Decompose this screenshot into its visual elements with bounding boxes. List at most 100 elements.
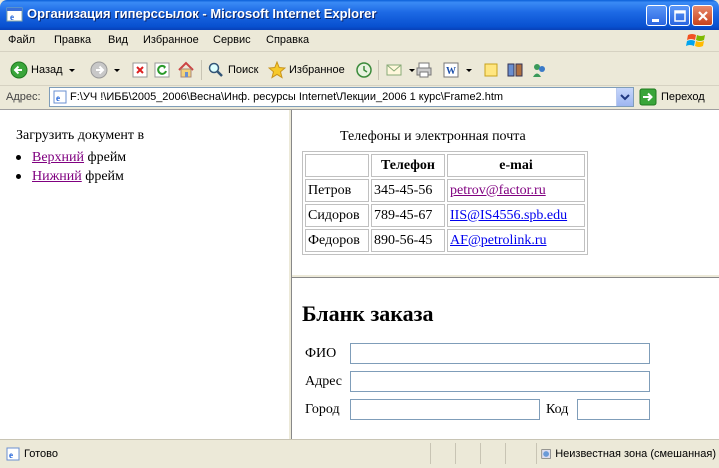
contacts-table: Телефон e-mai Петров 345-45-56 petrov@fa… — [302, 151, 588, 255]
refresh-button[interactable] — [153, 59, 171, 81]
mail-button[interactable] — [385, 59, 415, 81]
home-button[interactable] — [177, 59, 195, 81]
close-icon — [698, 11, 708, 21]
messenger-button[interactable] — [530, 59, 548, 81]
forward-button[interactable] — [90, 59, 120, 81]
toolbar-separator — [378, 60, 379, 80]
menu-favorites[interactable]: Избранное — [143, 34, 199, 46]
note-icon — [484, 63, 498, 77]
mail-icon — [386, 64, 402, 76]
status-ready: e Готово — [6, 447, 58, 461]
status-divider — [505, 443, 506, 464]
menu-view[interactable]: Вид — [108, 34, 128, 46]
address-field-input[interactable] — [350, 371, 650, 392]
bottom-frame-link[interactable]: Нижний — [32, 169, 82, 184]
address-dropdown-button[interactable] — [616, 88, 633, 106]
header-cell-email: e-mai — [447, 154, 585, 177]
window-title: Организация гиперссылок - Microsoft Inte… — [27, 6, 377, 21]
ie-app-icon: e — [6, 7, 23, 22]
status-divider — [455, 443, 456, 464]
discuss-button[interactable] — [482, 59, 500, 81]
cell-phone: 890-56-45 — [371, 229, 445, 252]
cell-email: IIS@IS4556.spb.edu — [447, 204, 585, 227]
word-edit-icon: W — [443, 62, 459, 78]
page-done-icon: e — [6, 447, 20, 461]
order-form-title: Бланк заказа — [302, 301, 434, 326]
back-dropdown-icon[interactable] — [68, 68, 75, 72]
star-icon — [268, 61, 286, 79]
forward-dropdown-icon[interactable] — [114, 68, 120, 72]
security-zone[interactable]: Неизвестная зона (смешанная) — [536, 443, 716, 464]
minimize-icon — [652, 19, 659, 22]
fio-input[interactable] — [350, 343, 650, 364]
back-button[interactable]: Назад — [10, 59, 75, 81]
svg-text:W: W — [446, 66, 456, 77]
table-header-row: Телефон e-mai — [305, 154, 585, 177]
email-link[interactable]: petrov@factor.ru — [450, 183, 546, 198]
messenger-icon — [533, 64, 545, 77]
favorites-button[interactable]: Избранное — [268, 59, 345, 81]
status-divider — [430, 443, 431, 464]
favorites-label: Избранное — [289, 64, 345, 76]
history-button[interactable] — [355, 59, 373, 81]
top-frame-link[interactable]: Верхний — [32, 150, 84, 165]
back-arrow-icon — [10, 61, 28, 79]
fio-label: ФИО — [305, 346, 337, 361]
minimize-button[interactable] — [646, 5, 667, 26]
menu-file[interactable]: Файл — [8, 34, 35, 46]
edit-dropdown-icon[interactable] — [466, 68, 472, 72]
menu-edit[interactable]: Правка — [54, 34, 91, 46]
cell-phone: 345-45-56 — [371, 179, 445, 202]
forward-arrow-icon — [90, 61, 108, 79]
list-item: Верхний фрейм — [16, 148, 126, 167]
address-url: F:\УЧ !\ИББ\2005_2006\Весна\Инф. ресурсы… — [70, 91, 504, 103]
cell-email: AF@petrolink.ru — [447, 229, 585, 252]
table-row: Сидоров 789-45-67 IIS@IS4556.spb.edu — [305, 204, 585, 227]
list-item: Нижний фрейм — [16, 167, 126, 186]
cell-email: petrov@factor.ru — [447, 179, 585, 202]
address-bar: Адрес: e F:\УЧ !\ИББ\2005_2006\Весна\Инф… — [0, 86, 719, 109]
cell-name: Сидоров — [305, 204, 369, 227]
svg-text:e: e — [56, 93, 60, 103]
search-button[interactable]: Поиск — [207, 59, 258, 81]
left-frame-intro: Загрузить документ в — [16, 128, 145, 143]
stop-icon — [132, 62, 148, 78]
city-input[interactable] — [350, 399, 540, 420]
refresh-icon — [154, 62, 170, 78]
toolbar-separator — [201, 60, 202, 80]
windows-logo-icon — [686, 34, 705, 47]
city-label: Город — [305, 402, 340, 417]
menu-bar: Файл Правка Вид Избранное Сервис Справка — [0, 30, 719, 52]
home-icon — [178, 61, 194, 78]
contacts-frame: Телефоны и электронная почта Телефон e-m… — [292, 111, 717, 274]
left-frame: Загрузить документ в Верхний фрейм Нижни… — [2, 111, 288, 438]
maximize-icon — [674, 10, 686, 22]
stop-button[interactable] — [131, 59, 149, 81]
toolbar: Назад Поиск Избранное W — [0, 53, 719, 86]
menu-tools[interactable]: Сервис — [213, 34, 251, 46]
research-button[interactable] — [506, 59, 524, 81]
research-icon — [507, 63, 523, 77]
address-label: Адрес: — [6, 91, 41, 103]
maximize-button[interactable] — [669, 5, 690, 26]
address-input[interactable]: e F:\УЧ !\ИББ\2005_2006\Весна\Инф. ресур… — [49, 87, 634, 107]
status-divider — [480, 443, 481, 464]
page-icon: e — [53, 90, 67, 104]
status-text: Готово — [24, 448, 58, 460]
email-link[interactable]: IIS@IS4556.spb.edu — [450, 208, 567, 223]
history-icon — [356, 62, 372, 78]
list-item-suffix: фрейм — [81, 169, 124, 184]
menu-help[interactable]: Справка — [266, 34, 309, 46]
email-link[interactable]: AF@petrolink.ru — [450, 233, 547, 248]
print-button[interactable] — [415, 59, 433, 81]
order-form-frame: Бланк заказа ФИО Адрес Город Код — [292, 278, 717, 438]
page-content: Загрузить документ в Верхний фрейм Нижни… — [0, 109, 719, 440]
title-bar[interactable]: e Организация гиперссылок - Microsoft In… — [0, 0, 719, 30]
zone-text: Неизвестная зона (смешанная) — [555, 447, 716, 460]
cell-name: Петров — [305, 179, 369, 202]
go-button[interactable]: Переход — [639, 88, 705, 106]
edit-button[interactable]: W — [442, 59, 472, 81]
code-input[interactable] — [577, 399, 650, 420]
close-button[interactable] — [692, 5, 713, 26]
contacts-caption: Телефоны и электронная почта — [340, 129, 526, 144]
